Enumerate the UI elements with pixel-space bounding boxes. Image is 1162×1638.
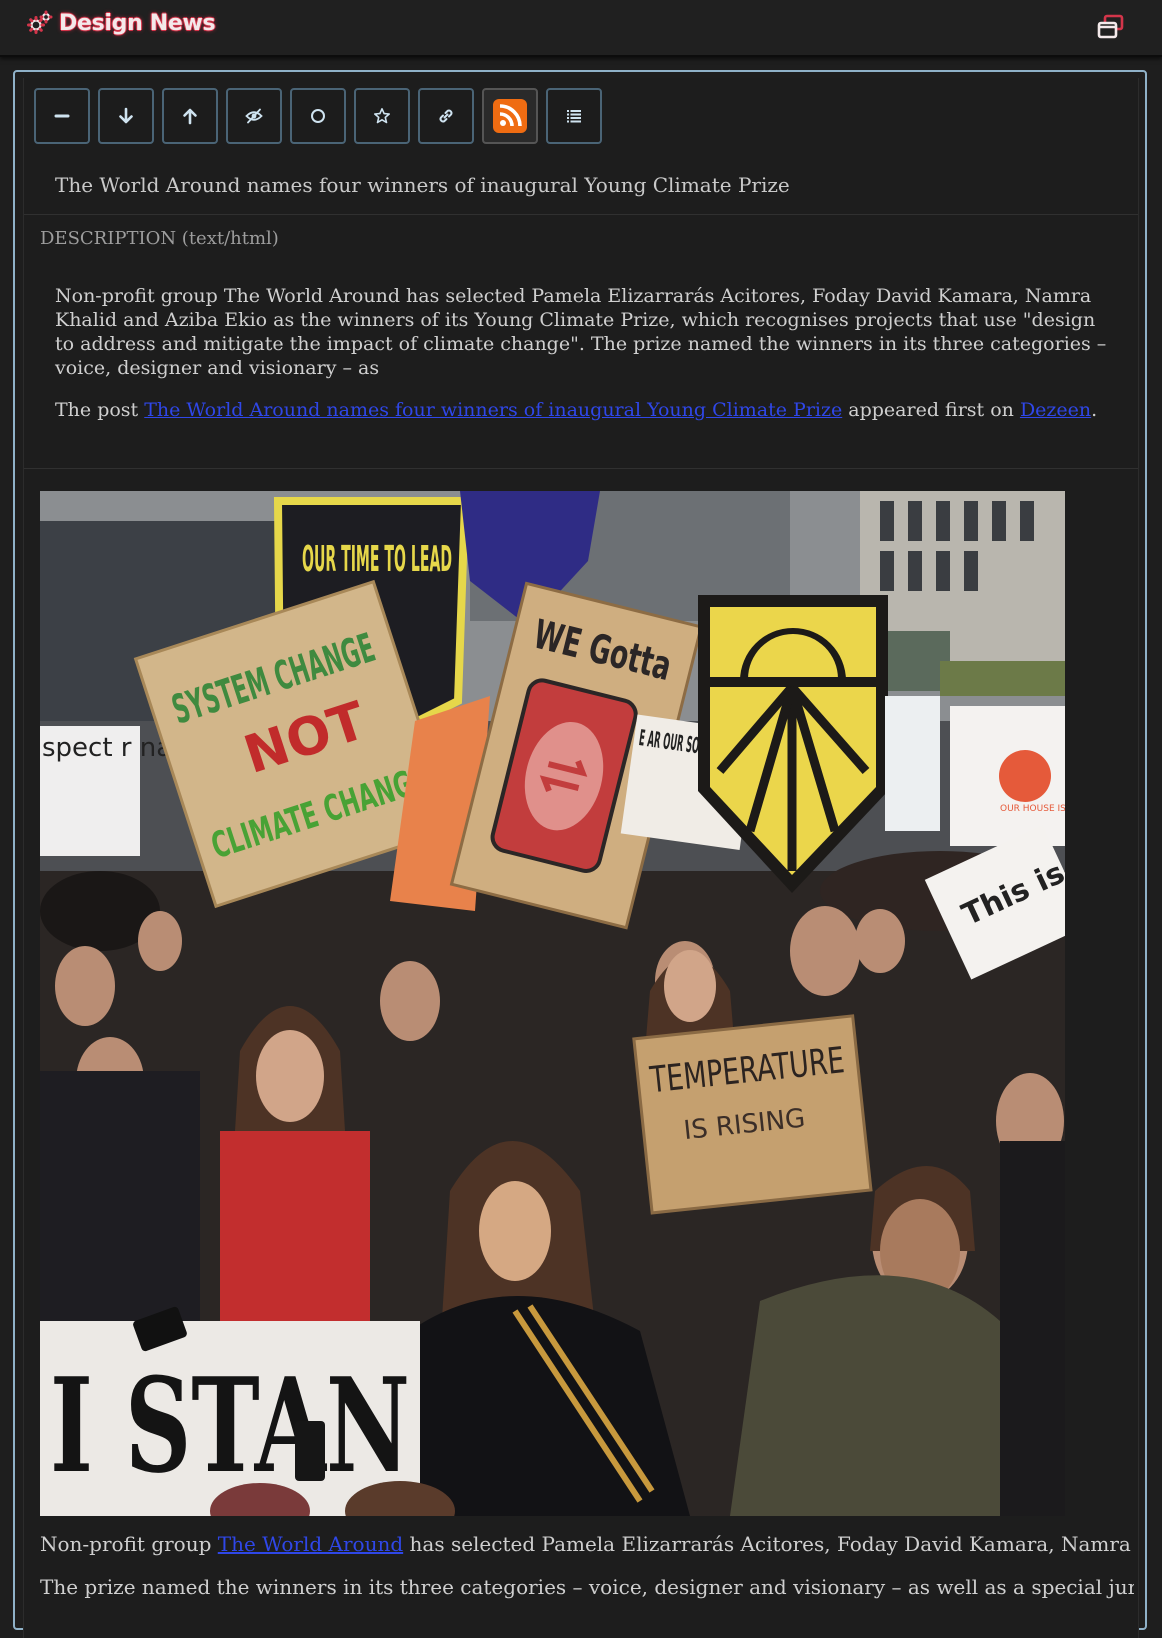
post-suffix: .	[1091, 399, 1098, 421]
rss-badge	[493, 99, 527, 133]
site-link[interactable]: Dezeen	[1020, 399, 1091, 421]
body-rest: has selected Pamela Elizarrarás Acitores…	[409, 1532, 1135, 1556]
sign-text: OUR HOUSE IS ON FIRE	[1000, 804, 1065, 814]
body-paragraph: The prize named the winners in its three…	[40, 1575, 1134, 1599]
sign-text: I STAN	[50, 1349, 410, 1502]
previous-article-button[interactable]	[162, 88, 218, 144]
restore-window-button[interactable]	[1096, 13, 1126, 41]
minus-icon	[54, 114, 70, 118]
eye-slash-icon	[245, 108, 263, 124]
article-body: Non-profit group The World Around has se…	[40, 1531, 1134, 1617]
body-prefix: Non-profit group	[40, 1532, 218, 1556]
arrow-down-icon	[119, 107, 133, 124]
favorite-button[interactable]	[354, 88, 410, 144]
list-view-button[interactable]	[546, 88, 602, 144]
gears-icon	[27, 10, 53, 34]
body-paragraph: Non-profit group The World Around has se…	[40, 1531, 1134, 1558]
article-title[interactable]: The World Around names four winners of i…	[55, 173, 790, 197]
divider	[24, 468, 1138, 469]
protest-photo: spect r nature's epers OUR TIME TO LEAD …	[40, 491, 1065, 1516]
star-icon	[374, 108, 390, 124]
description-label: DESCRIPTION (text/html)	[40, 228, 279, 249]
post-middle: appeared first on	[842, 399, 1020, 421]
article-photo: spect r nature's epers OUR TIME TO LEAD …	[40, 491, 1065, 1516]
post-footer: The post The World Around names four win…	[55, 398, 1115, 422]
feed-button[interactable]	[482, 88, 538, 144]
link-icon	[439, 109, 453, 123]
brand[interactable]: Design News	[27, 10, 216, 36]
mark-unread-button[interactable]	[226, 88, 282, 144]
post-link[interactable]: The World Around names four winners of i…	[144, 399, 842, 421]
description-text: Non-profit group The World Around has se…	[55, 285, 1107, 379]
article-panel: The World Around names four winners of i…	[13, 70, 1147, 1638]
collapse-button[interactable]	[34, 88, 90, 144]
next-article-button[interactable]	[98, 88, 154, 144]
circle-icon	[311, 109, 325, 123]
article-content: The World Around names four winners of i…	[23, 78, 1139, 1638]
sign-text: OUR TIME TO LEAD	[302, 539, 452, 580]
divider	[24, 214, 1138, 215]
top-bar: Design News	[0, 0, 1162, 57]
post-prefix: The post	[55, 399, 145, 421]
article-toolbar	[34, 88, 602, 144]
rss-icon	[499, 104, 522, 127]
list-icon	[567, 110, 581, 123]
mark-read-button[interactable]	[290, 88, 346, 144]
the-world-around-link[interactable]: The World Around	[218, 1532, 403, 1556]
app-title: Design News	[59, 10, 216, 36]
restore-window-icon	[1097, 14, 1124, 39]
open-link-button[interactable]	[418, 88, 474, 144]
description: Non-profit group The World Around has se…	[55, 284, 1115, 440]
arrow-up-icon	[183, 108, 197, 125]
